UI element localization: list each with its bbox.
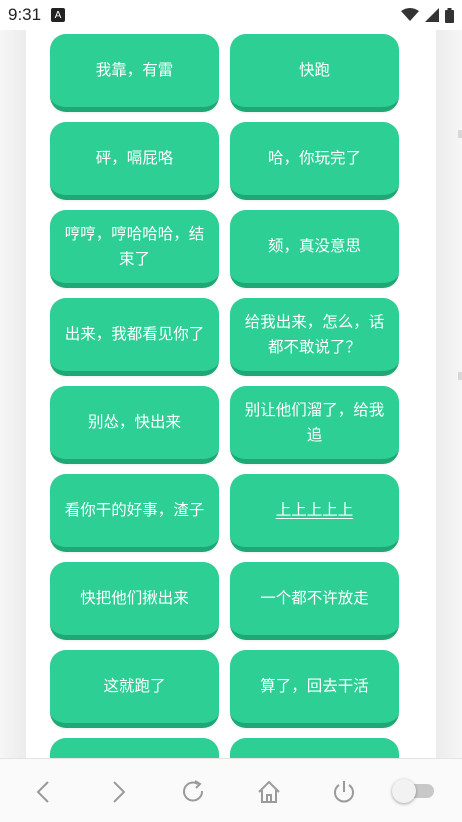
sound-button-label: 砰，嗝屁咯	[95, 149, 174, 167]
sound-board: 我靠，有雷 快跑 砰，嗝屁咯 哈，你玩完了 哼哼，哼哈哈哈，结束了 颏，真没意思…	[26, 30, 436, 758]
sound-button[interactable]: 颏，真没意思	[230, 210, 399, 288]
sound-button[interactable]: 我靠，有雷	[50, 34, 219, 112]
sound-button-label: 别怂，快出来	[87, 413, 181, 431]
forward-icon[interactable]	[104, 777, 134, 807]
sound-button-label: 快把他们揪出来	[80, 589, 189, 607]
status-left: 9:31 A	[8, 5, 66, 25]
scroll-marker	[458, 372, 462, 380]
sound-button[interactable]: 这就跑了	[50, 650, 219, 728]
right-gutter	[436, 30, 462, 758]
sound-button-label: 上上上上上	[275, 501, 354, 519]
wifi-icon	[401, 8, 419, 21]
refresh-icon[interactable]	[179, 777, 209, 807]
sound-button[interactable]: 砰，嗝屁咯	[50, 122, 219, 200]
sound-button[interactable]: 上上上上上	[230, 474, 399, 552]
sound-button-label: 出来，我都看见你了	[64, 325, 205, 343]
sound-button[interactable]: 给我出来，怎么，话都不敢说了？	[230, 298, 399, 376]
sound-button[interactable]: 一个都不许放走	[230, 562, 399, 640]
sound-button[interactable]: 快把他们揪出来	[50, 562, 219, 640]
sound-button-label: 看你干的好事，渣子	[64, 501, 205, 519]
scroll-marker	[458, 130, 462, 138]
sound-button-label: 别让他们溜了，给我追	[244, 400, 385, 444]
status-bar: 9:31 A	[0, 0, 462, 30]
sound-button[interactable]: 快跑	[230, 34, 399, 112]
status-time: 9:31	[8, 5, 42, 24]
sound-button-label: 颏，真没意思	[267, 237, 361, 255]
sound-button[interactable]: 看你干的好事，渣子	[50, 474, 219, 552]
sound-button[interactable]: 别怂，快出来	[50, 386, 219, 464]
bottom-nav-bar	[0, 758, 462, 822]
sound-button-label: 算了，回去干活	[260, 677, 369, 695]
sound-button[interactable]: 别让他们溜了，给我追	[230, 386, 399, 464]
power-icon[interactable]	[329, 777, 359, 807]
sound-button[interactable]: 出来，我都看见你了	[50, 298, 219, 376]
home-icon[interactable]	[254, 777, 284, 807]
sound-button[interactable]: 算了，回去干活	[230, 650, 399, 728]
sound-button-label: 哈，你玩完了	[267, 149, 361, 167]
sound-button-label: 快跑	[298, 61, 330, 79]
button-grid: 我靠，有雷 快跑 砰，嗝屁咯 哈，你玩完了 哼哼，哼哈哈哈，结束了 颏，真没意思…	[50, 34, 399, 758]
back-icon[interactable]	[28, 777, 58, 807]
cellular-signal-icon	[425, 8, 439, 22]
toggle-switch[interactable]	[392, 779, 434, 803]
sound-button[interactable]	[50, 738, 219, 758]
sound-button[interactable]: 哈，你玩完了	[230, 122, 399, 200]
sound-button-label: 哼哼，哼哈哈哈，结束了	[64, 224, 205, 268]
battery-icon	[445, 7, 454, 23]
sound-button-label: 我靠，有雷	[95, 61, 174, 79]
sound-button-label: 一个都不许放走	[260, 589, 369, 607]
sound-button[interactable]	[230, 738, 399, 758]
left-gutter	[0, 30, 26, 758]
sound-button-label: 这就跑了	[103, 677, 166, 695]
toggle-knob	[392, 779, 416, 803]
sound-button-label: 给我出来，怎么，话都不敢说了？	[244, 312, 385, 356]
a-letter-icon: A	[51, 8, 66, 22]
status-right	[401, 7, 454, 23]
sound-button[interactable]: 哼哼，哼哈哈哈，结束了	[50, 210, 219, 288]
